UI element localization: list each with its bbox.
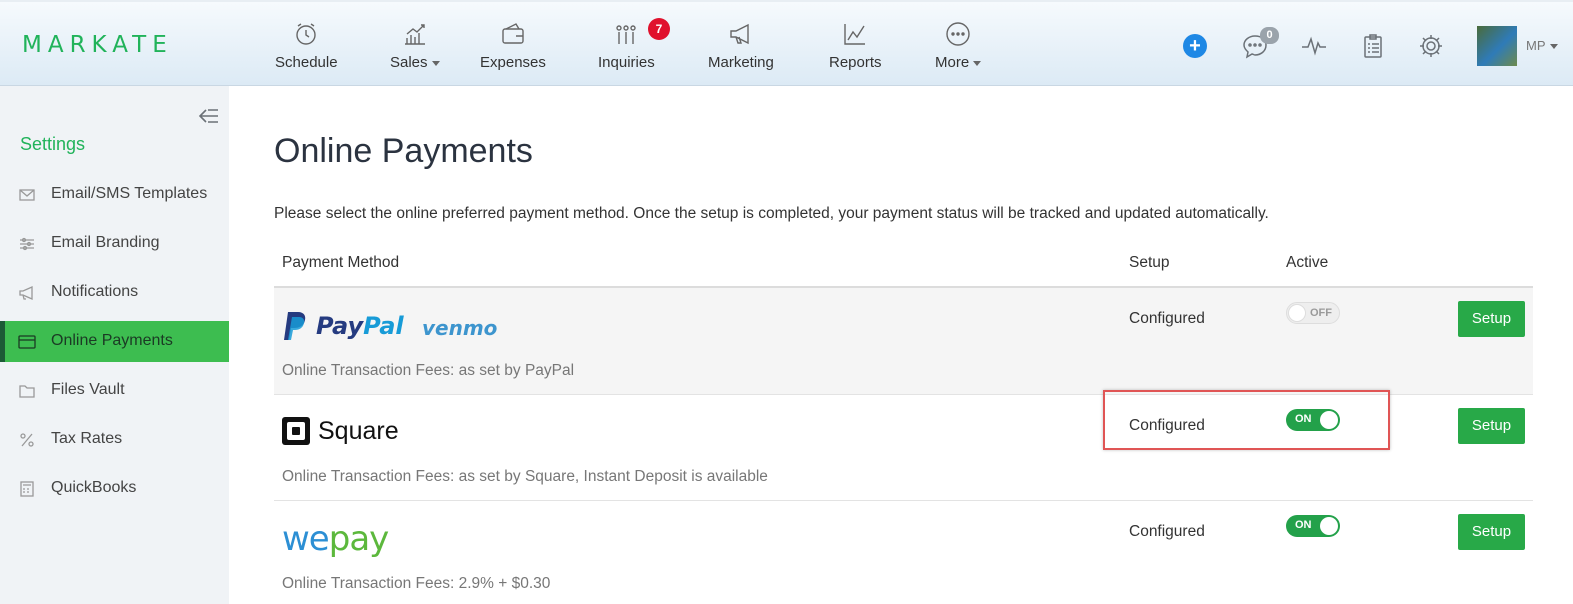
table-header: Payment Method Setup Active [274, 248, 1533, 288]
transaction-fees: Online Transaction Fees: as set by PayPa… [282, 362, 575, 379]
nav-marketing[interactable]: Marketing [708, 20, 774, 71]
sidebar-item-tax-rates[interactable]: Tax Rates [0, 419, 229, 460]
transaction-fees: Online Transaction Fees: as set by Squar… [282, 468, 768, 485]
percent-icon [18, 431, 36, 449]
column-header-setup: Setup [1129, 254, 1170, 271]
setup-status: Configured [1129, 523, 1205, 540]
nav-reports[interactable]: Reports [829, 20, 882, 71]
page-title: Online Payments [274, 132, 533, 170]
column-header-payment-method: Payment Method [282, 254, 400, 271]
active-toggle-paypal[interactable]: OFF [1286, 302, 1340, 324]
sliders-icon [18, 235, 36, 253]
megaphone-icon [18, 284, 36, 302]
reports-icon [829, 20, 882, 50]
setup-button-square[interactable]: Setup [1458, 408, 1525, 444]
inquiries-badge: 7 [648, 18, 670, 40]
nav-schedule[interactable]: Schedule [275, 20, 338, 71]
alarm-clock-icon [275, 20, 338, 50]
sidebar-item-quickbooks[interactable]: QuickBooks [0, 468, 229, 509]
gear-icon[interactable] [1417, 32, 1445, 60]
setup-status: Configured [1129, 310, 1205, 327]
chevron-down-icon [431, 60, 440, 66]
markate-logo[interactable]: MARKATE [22, 32, 173, 58]
more-dots-icon [935, 20, 981, 50]
calculator-icon [18, 480, 36, 498]
highlight-annotation-box [1103, 390, 1390, 450]
settings-sidebar: Settings Email/SMS Templates Email Brand… [0, 86, 229, 604]
square-mark-icon [282, 417, 310, 445]
clipboard-icon[interactable] [1359, 32, 1387, 60]
sidebar-item-email-sms-templates[interactable]: Email/SMS Templates [0, 174, 229, 215]
nav-inquiries[interactable]: Inquiries 7 [598, 18, 670, 71]
active-toggle-wepay[interactable]: ON [1286, 515, 1340, 537]
page-description: Please select the online preferred payme… [274, 205, 1269, 222]
sidebar-title: Settings [20, 134, 86, 154]
user-avatar[interactable] [1477, 26, 1517, 66]
nav-more[interactable]: More [935, 20, 982, 71]
collapse-sidebar-icon[interactable] [196, 106, 220, 126]
top-navigation-bar: MARKATE Schedule Sales Expenses Inquirie… [0, 0, 1573, 86]
paypal-mark-icon [284, 312, 306, 340]
chat-badge: 0 [1260, 27, 1279, 44]
nav-sales[interactable]: Sales [390, 20, 440, 71]
setup-button-wepay[interactable]: Setup [1458, 514, 1525, 550]
setup-button-paypal[interactable]: Setup [1458, 301, 1525, 337]
nav-expenses[interactable]: Expenses [480, 20, 546, 71]
table-row-paypal: PayPal venmo Configured OFF Setup Online… [274, 288, 1533, 395]
table-row-wepay: wepay Configured ON Setup Online Transac… [274, 501, 1533, 604]
sidebar-item-notifications[interactable]: Notifications [0, 272, 229, 313]
credit-card-icon [18, 333, 36, 351]
wallet-icon [480, 20, 546, 50]
folder-icon [18, 382, 36, 400]
chevron-down-icon [973, 60, 982, 66]
envelope-icon [18, 186, 36, 204]
transaction-fees: Online Transaction Fees: 2.9% + $0.30 [282, 575, 551, 592]
sidebar-item-email-branding[interactable]: Email Branding [0, 223, 229, 264]
activity-pulse-icon[interactable] [1300, 32, 1328, 60]
megaphone-icon [708, 20, 774, 50]
sidebar-item-online-payments[interactable]: Online Payments [0, 321, 229, 362]
column-header-active: Active [1286, 254, 1329, 271]
sales-chart-icon [390, 20, 440, 50]
sidebar-item-files-vault[interactable]: Files Vault [0, 370, 229, 411]
chevron-down-icon [1549, 44, 1558, 50]
wepay-logo: wepay [282, 519, 389, 559]
inquiries-icon [598, 20, 655, 50]
add-new-button[interactable]: + [1183, 34, 1207, 58]
user-menu[interactable]: MP [1526, 38, 1558, 53]
